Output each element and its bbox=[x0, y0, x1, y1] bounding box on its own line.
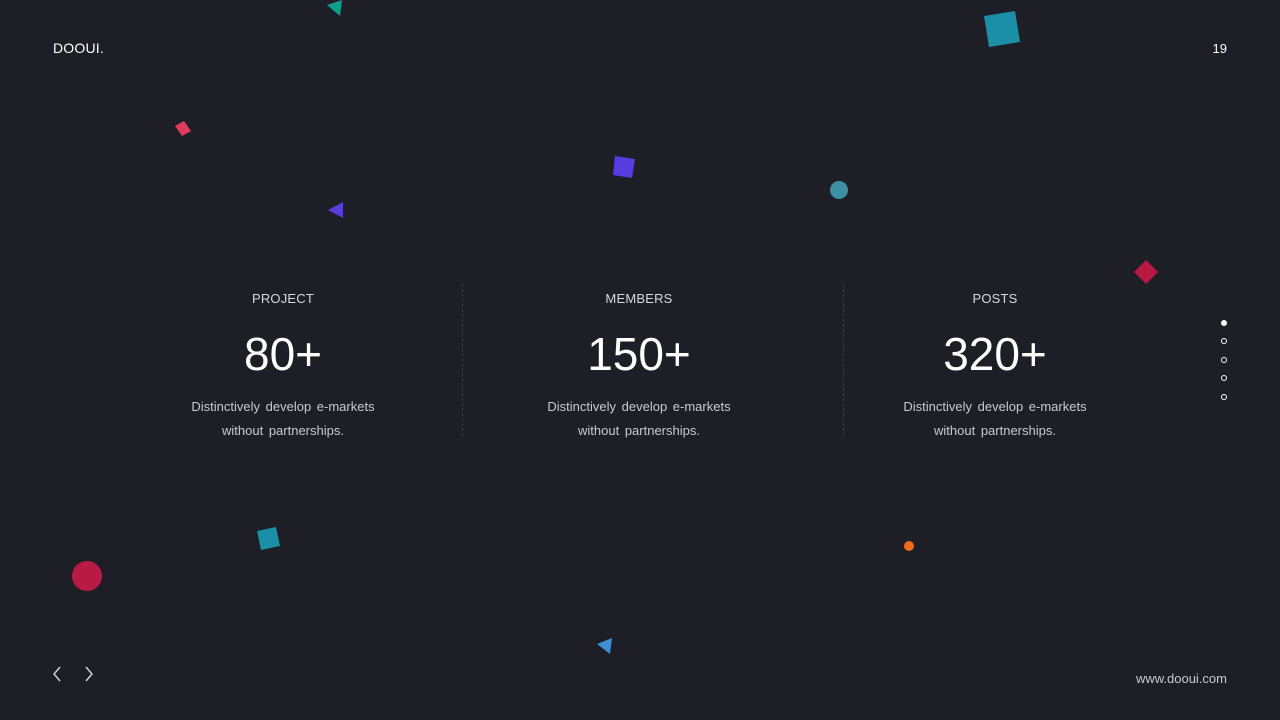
red-small-diamond-shape bbox=[175, 121, 191, 136]
brand-logo: DOOUI. bbox=[53, 40, 104, 56]
pagination-dot-5[interactable] bbox=[1221, 394, 1227, 400]
slide-pagination-dots bbox=[1221, 319, 1231, 403]
purple-triangle-shape bbox=[328, 202, 343, 218]
stat-description-line: without partnerships. bbox=[222, 423, 344, 438]
orange-dot-shape bbox=[904, 541, 914, 551]
stat-label: PROJECT bbox=[251, 291, 315, 306]
stat-description-line: Distinctively develop e-markets bbox=[903, 399, 1087, 414]
stat-description-line: without partnerships. bbox=[934, 423, 1056, 438]
stat-description: Distinctively develop e-markets without … bbox=[855, 395, 1135, 443]
chevron-left-icon bbox=[53, 666, 61, 682]
pagination-dot-2[interactable] bbox=[1221, 338, 1227, 344]
teal-square-top-right-shape bbox=[984, 11, 1020, 47]
stat-description: Distinctively develop e-markets without … bbox=[143, 395, 423, 443]
stat-project: PROJECT 80+ Distinctively develop e-mark… bbox=[103, 284, 463, 438]
stat-label: MEMBERS bbox=[605, 291, 673, 306]
pagination-dot-4[interactable] bbox=[1221, 375, 1227, 381]
teal-triangle-top-shape bbox=[327, 0, 342, 16]
pagination-dot-3[interactable] bbox=[1221, 357, 1227, 363]
stat-label: POSTS bbox=[972, 291, 1018, 306]
stats-row: PROJECT 80+ Distinctively develop e-mark… bbox=[103, 284, 1178, 438]
stat-description-line: without partnerships. bbox=[578, 423, 700, 438]
blue-triangle-shape bbox=[597, 638, 612, 654]
pagination-dot-1[interactable] bbox=[1221, 320, 1227, 326]
stat-description-line: Distinctively develop e-markets bbox=[547, 399, 731, 414]
stat-value: 150+ bbox=[587, 328, 691, 380]
stat-value: 80+ bbox=[243, 328, 323, 380]
crimson-diamond-shape bbox=[1134, 260, 1158, 284]
steel-circle-shape bbox=[830, 181, 848, 199]
chevron-right-icon bbox=[85, 666, 93, 682]
stat-description: Distinctively develop e-markets without … bbox=[499, 395, 779, 443]
stat-members: MEMBERS 150+ Distinctively develop e-mar… bbox=[459, 284, 819, 438]
website-link[interactable]: www.dooui.com bbox=[1136, 671, 1227, 686]
next-slide-button[interactable] bbox=[79, 664, 99, 684]
stat-description-line: Distinctively develop e-markets bbox=[191, 399, 375, 414]
page-number: 19 bbox=[1212, 41, 1227, 56]
stat-value: 320+ bbox=[943, 328, 1047, 380]
previous-slide-button[interactable] bbox=[47, 664, 67, 684]
teal-square-bottom-shape bbox=[257, 527, 280, 550]
stat-posts: POSTS 320+ Distinctively develop e-marke… bbox=[815, 284, 1175, 438]
slide: DOOUI. 19 PROJECT 80+ Distinctively deve… bbox=[0, 0, 1280, 720]
purple-square-shape bbox=[613, 156, 635, 178]
crimson-circle-shape bbox=[72, 561, 102, 591]
